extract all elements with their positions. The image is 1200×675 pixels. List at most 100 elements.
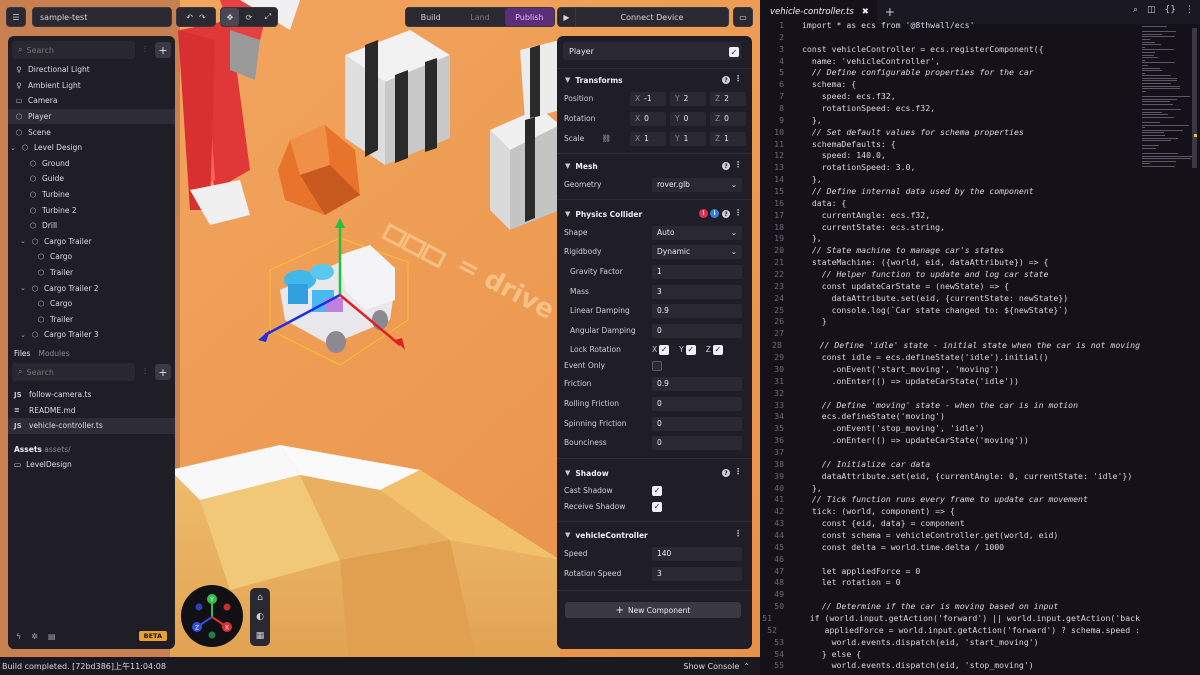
more-options-icon[interactable]: ⋮ (1185, 5, 1194, 15)
project-name-field[interactable]: sample-test (32, 7, 172, 27)
rolling-friction-field[interactable]: 0 (652, 396, 742, 411)
spinning-friction-field[interactable]: 0 (652, 416, 742, 431)
rotation-speed-field[interactable]: 3 (652, 566, 742, 581)
hierarchy-item[interactable]: ⬡ Trailer (8, 312, 175, 328)
split-editor-icon[interactable]: ◫ (1147, 5, 1156, 15)
mass-field[interactable]: 3 (652, 284, 742, 299)
connect-device-button[interactable]: ▶ Connect Device (557, 7, 729, 27)
rigidbody-dropdown[interactable]: Dynamic ⌄ (652, 244, 742, 259)
rotate-tool-icon[interactable]: ⟳ (240, 8, 258, 26)
add-file-button[interactable]: + (155, 364, 171, 380)
undo-icon[interactable]: ↶ (186, 13, 193, 22)
help-icon[interactable]: ? (722, 469, 730, 477)
position-x-field[interactable]: X -1 (630, 91, 666, 106)
hierarchy-item[interactable]: ⬡ Drill (8, 218, 175, 234)
editor-scrollbar[interactable] (1192, 28, 1197, 168)
chevron-down-icon[interactable]: ⌄ (10, 144, 18, 152)
receive-shadow-checkbox[interactable]: ✓ (652, 501, 662, 512)
more-options-icon[interactable]: ⋮ (734, 160, 742, 169)
hierarchy-item[interactable]: ⌄ ⬡ Cargo Trailer (8, 234, 175, 250)
hierarchy-item[interactable]: ⬡ Player (8, 108, 175, 125)
play-icon[interactable]: ▶ (558, 8, 576, 26)
hierarchy-item[interactable]: ⬡ Turbine (8, 187, 175, 203)
lock-y-checkbox[interactable]: ✓ (685, 344, 696, 355)
menu-button[interactable]: ☰ (6, 7, 26, 27)
lock-x-checkbox[interactable]: ✓ (659, 344, 670, 355)
chevron-down-icon[interactable]: ⌄ (20, 284, 28, 292)
file-item[interactable]: ≡ README.md (8, 403, 175, 419)
angular-damping-field[interactable]: 0 (652, 323, 742, 338)
bounciness-field[interactable]: 0 (652, 435, 742, 450)
land-tab[interactable]: Land (455, 8, 504, 26)
redo-icon[interactable]: ↷ (199, 13, 206, 22)
move-tool-icon[interactable]: ✥ (221, 8, 239, 26)
files-search-input[interactable] (26, 367, 107, 377)
hierarchy-item[interactable]: ⬡ Turbine 2 (8, 202, 175, 218)
orientation-gizmo[interactable]: Y Z X (181, 585, 243, 647)
scale-z-field[interactable]: Z1 (710, 131, 746, 146)
friction-field[interactable]: 0.9 (652, 376, 742, 391)
shape-dropdown[interactable]: Auto ⌄ (652, 225, 742, 240)
gravity-field[interactable]: 1 (652, 264, 742, 279)
link-scale-icon[interactable]: ⛓ (602, 134, 631, 143)
shadow-header[interactable]: ▼ Shadow ? ⋮ (557, 465, 752, 481)
help-icon[interactable]: ? (722, 162, 730, 170)
geometry-dropdown[interactable]: rover.glb ⌄ (652, 177, 742, 192)
scale-y-field[interactable]: Y1 (670, 131, 706, 146)
rotation-z-field[interactable]: Z0 (710, 111, 746, 126)
bug-icon[interactable]: ✲ (31, 632, 38, 641)
info-icon[interactable]: i (710, 209, 719, 218)
more-options-icon[interactable]: ⋮ (734, 529, 742, 538)
show-console-button[interactable]: Show Console ⌃ (683, 662, 750, 671)
filter-icon[interactable]: ⫶ (138, 365, 152, 379)
entity-enabled-checkbox[interactable]: ✓ (729, 47, 739, 57)
file-item[interactable]: JS vehicle-controller.ts (8, 418, 175, 434)
filter-icon[interactable]: ⫶ (138, 43, 152, 57)
transforms-header[interactable]: ▼ Transforms ? ⋮ (557, 72, 752, 88)
build-tab[interactable]: Build (406, 8, 455, 26)
more-options-icon[interactable]: ⋮ (734, 208, 742, 217)
physics-header[interactable]: ▼ Physics Collider ! i ? ⋮ (557, 206, 752, 222)
code-area[interactable]: 1 import * as ecs from '@8thwall/ecs' 2 3 co… (760, 20, 1140, 675)
position-z-field[interactable]: Z2 (710, 91, 746, 106)
scale-x-field[interactable]: X1 (630, 131, 666, 146)
hierarchy-item[interactable]: ⬡ Scene (8, 124, 175, 140)
chat-icon[interactable]: ▤ (48, 632, 56, 641)
hierarchy-item[interactable]: ⬡ Trailer (8, 265, 175, 281)
lock-z-checkbox[interactable]: ✓ (712, 344, 723, 355)
speed-field[interactable]: 140 (652, 546, 742, 561)
error-icon[interactable]: ! (699, 209, 708, 218)
new-tab-button[interactable]: + (885, 5, 895, 19)
chevron-down-icon[interactable]: ⌄ (20, 237, 28, 245)
add-entity-button[interactable]: + (155, 42, 171, 58)
publish-button[interactable]: Publish (504, 8, 554, 26)
help-icon[interactable]: ? (722, 76, 730, 84)
rotation-y-field[interactable]: Y0 (670, 111, 706, 126)
hierarchy-item[interactable]: ⌄ ⬡ Cargo Trailer 3 (8, 327, 175, 343)
asset-folder-item[interactable]: ▭ LevelDesign (14, 460, 72, 469)
scale-tool-icon[interactable]: ⤢ (259, 8, 277, 26)
help-icon[interactable]: ? (722, 210, 730, 218)
lighting-mode-icon[interactable]: ◐ (256, 612, 264, 622)
more-options-icon[interactable]: ⋮ (734, 467, 742, 476)
layout-toggle-button[interactable]: ▭ (733, 7, 753, 27)
files-search-box[interactable]: ⌕ (12, 363, 135, 381)
close-icon[interactable]: ✖ (862, 7, 869, 17)
entity-name-field[interactable]: Player (563, 42, 741, 60)
hierarchy-item[interactable]: ⬡ Cargo (8, 249, 175, 265)
linear-damping-field[interactable]: 0.9 (652, 303, 742, 318)
lightning-icon[interactable]: ϟ (16, 632, 21, 641)
cast-shadow-checkbox[interactable]: ✓ (652, 485, 662, 496)
hierarchy-item[interactable]: ▭ Camera (8, 93, 175, 109)
hierarchy-item[interactable]: ⬡ Cargo (8, 296, 175, 312)
rotation-x-field[interactable]: X0 (630, 111, 666, 126)
event-only-checkbox[interactable] (652, 360, 662, 371)
format-code-icon[interactable]: {} (1165, 5, 1176, 15)
code-minimap[interactable] (1142, 26, 1198, 168)
hierarchy-item[interactable]: ⌄ ⬡ Cargo Trailer 2 (8, 280, 175, 296)
hierarchy-search-box[interactable]: ⌕ (12, 41, 135, 59)
home-view-icon[interactable]: ⌂ (257, 593, 263, 603)
hierarchy-item[interactable]: ♀ Directional Light (8, 62, 175, 78)
hierarchy-item[interactable]: ⬡ Ground (8, 156, 175, 172)
hierarchy-item[interactable]: ⌄ ⬡ Level Design (8, 140, 175, 156)
